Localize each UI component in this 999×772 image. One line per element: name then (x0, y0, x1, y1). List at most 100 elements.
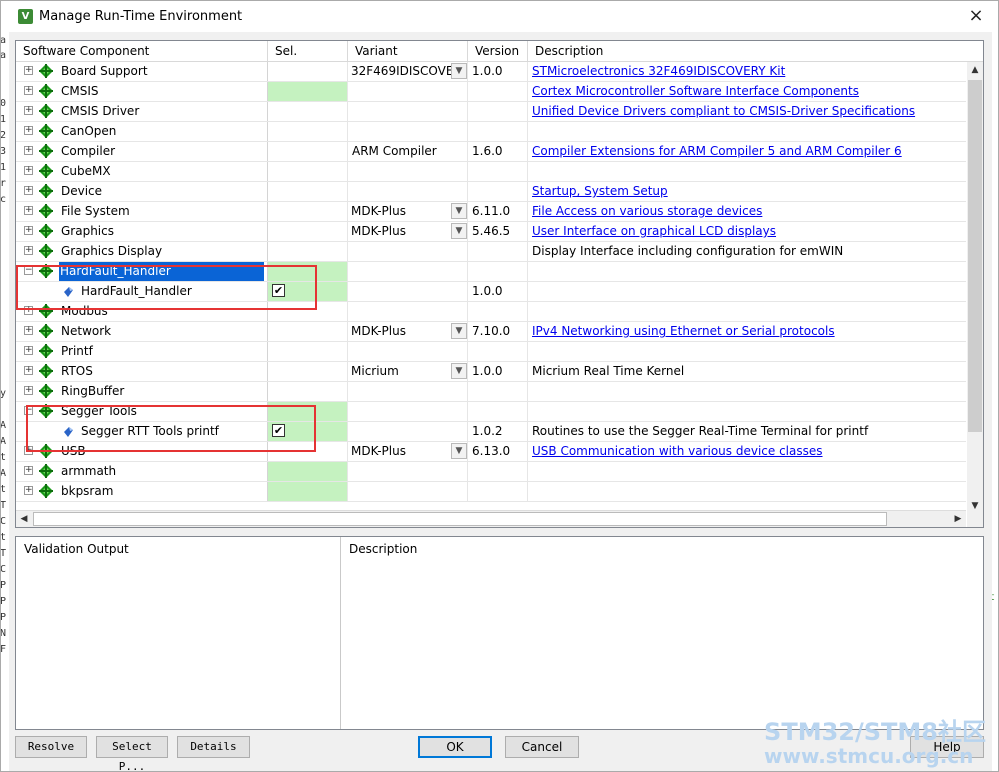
component-cell[interactable]: + Printf (16, 342, 268, 361)
collapse-icon[interactable]: − (24, 406, 33, 415)
variant-select[interactable]: MDK-Plus ▼ (348, 202, 467, 221)
collapse-icon[interactable]: − (24, 266, 33, 275)
scroll-right-icon[interactable]: ▶ (950, 511, 966, 527)
component-cell[interactable]: + Compiler (16, 142, 268, 161)
component-cell[interactable]: + Modbus (16, 302, 268, 321)
expand-icon[interactable]: + (24, 346, 33, 355)
variant-select[interactable]: MDK-Plus ▼ (348, 442, 467, 461)
col-header-sel[interactable]: Sel. (268, 41, 348, 62)
variant-select[interactable]: MDK-Plus ▼ (348, 322, 467, 341)
expand-icon[interactable]: + (24, 366, 33, 375)
select-checkbox[interactable]: ✔ (272, 284, 285, 297)
description-link[interactable]: Cortex Microcontroller Software Interfac… (532, 84, 859, 98)
expand-icon[interactable]: + (24, 106, 33, 115)
scroll-up-icon[interactable]: ▲ (967, 62, 983, 78)
component-cell[interactable]: − HardFault_Handler (16, 262, 268, 281)
expand-icon[interactable]: + (24, 306, 33, 315)
description-cell[interactable]: Startup, System Setup (528, 182, 966, 201)
select-packs-button[interactable]: Select P... (96, 736, 168, 771)
vertical-scroll-thumb[interactable] (968, 80, 982, 432)
chevron-down-icon[interactable]: ▼ (451, 63, 467, 79)
chevron-down-icon[interactable]: ▼ (451, 203, 467, 219)
sel-cell[interactable] (268, 62, 348, 81)
component-cell[interactable]: + USB (16, 442, 268, 461)
table-row[interactable]: + RTOS Micrium ▼ 1.0.0 Micrium Real Time Kern… (16, 362, 966, 382)
component-cell[interactable]: + Graphics Display (16, 242, 268, 261)
expand-icon[interactable]: + (24, 226, 33, 235)
component-cell[interactable]: + CMSIS (16, 82, 268, 101)
table-row[interactable]: + CMSIS Driver Unified Device Drivers comp… (16, 102, 966, 122)
expand-icon[interactable]: + (24, 66, 33, 75)
sel-cell[interactable] (268, 142, 348, 161)
sel-cell[interactable] (268, 262, 348, 281)
variant-select[interactable]: Micrium ▼ (348, 362, 467, 381)
validation-divider[interactable] (340, 537, 341, 729)
table-row[interactable]: + Graphics Display Display Interface inclu… (16, 242, 966, 262)
component-cell[interactable]: HardFault_Handler (16, 282, 268, 301)
table-row[interactable]: + CMSIS Cortex Microcontroller Software In… (16, 82, 966, 102)
table-row[interactable]: Segger RTT Tools printf ✔ 1.0.2 Routines to… (16, 422, 966, 442)
expand-icon[interactable]: + (24, 206, 33, 215)
description-cell[interactable]: File Access on various storage devices (528, 202, 966, 221)
table-row[interactable]: − HardFault_Handler (16, 262, 966, 282)
cancel-button[interactable]: Cancel (505, 736, 579, 758)
description-cell[interactable]: User Interface on graphical LCD displays (528, 222, 966, 241)
table-row[interactable]: + CanOpen (16, 122, 966, 142)
variant-select[interactable]: MDK-Plus ▼ (348, 222, 467, 241)
expand-icon[interactable]: + (24, 446, 33, 455)
description-link[interactable]: File Access on various storage devices (532, 204, 762, 218)
table-row[interactable]: + Compiler ARM Compiler 1.6.0 Compiler Exten… (16, 142, 966, 162)
ok-button[interactable]: OK (418, 736, 492, 758)
grid-vertical-scrollbar[interactable]: ▲ ▼ (967, 62, 983, 514)
sel-cell[interactable] (268, 122, 348, 141)
resolve-button[interactable]: Resolve (15, 736, 87, 758)
description-link[interactable]: USB Communication with various device cl… (532, 444, 823, 458)
col-header-version[interactable]: Version (468, 41, 528, 62)
sel-cell[interactable] (268, 362, 348, 381)
close-icon[interactable]: × (962, 5, 990, 27)
table-row[interactable]: + Device Startup, System Setup (16, 182, 966, 202)
component-cell[interactable]: + CanOpen (16, 122, 268, 141)
component-cell[interactable]: − Segger Tools (16, 402, 268, 421)
description-cell[interactable]: Cortex Microcontroller Software Interfac… (528, 82, 966, 101)
col-header-component[interactable]: Software Component (16, 41, 268, 62)
sel-cell[interactable] (268, 382, 348, 401)
sel-cell[interactable] (268, 162, 348, 181)
sel-cell[interactable] (268, 242, 348, 261)
component-cell[interactable]: + Graphics (16, 222, 268, 241)
expand-icon[interactable]: + (24, 486, 33, 495)
expand-icon[interactable]: + (24, 466, 33, 475)
sel-cell[interactable] (268, 102, 348, 121)
sel-cell[interactable] (268, 182, 348, 201)
grid-horizontal-scrollbar[interactable]: ◀ ▶ (16, 510, 966, 527)
col-header-description[interactable]: Description (528, 41, 983, 62)
details-button[interactable]: Details (177, 736, 250, 758)
component-cell[interactable]: + armmath (16, 462, 268, 481)
variant-cell[interactable]: MDK-Plus ▼ (348, 222, 468, 241)
expand-icon[interactable]: + (24, 246, 33, 255)
variant-cell[interactable]: MDK-Plus ▼ (348, 202, 468, 221)
col-header-variant[interactable]: Variant (348, 41, 468, 62)
component-cell[interactable]: + Network (16, 322, 268, 341)
sel-cell[interactable] (268, 462, 348, 481)
table-row[interactable]: + Graphics MDK-Plus ▼ 5.46.5 User Interface o… (16, 222, 966, 242)
table-row[interactable]: − Segger Tools (16, 402, 966, 422)
component-cell[interactable]: + Board Support (16, 62, 268, 81)
component-cell[interactable]: + File System (16, 202, 268, 221)
component-cell[interactable]: + RingBuffer (16, 382, 268, 401)
sel-cell[interactable] (268, 322, 348, 341)
description-link[interactable]: User Interface on graphical LCD displays (532, 224, 776, 238)
sel-cell[interactable] (268, 302, 348, 321)
chevron-down-icon[interactable]: ▼ (451, 363, 467, 379)
variant-select[interactable]: 32F469IDISCOVERY ▼ (348, 62, 467, 81)
expand-icon[interactable]: + (24, 146, 33, 155)
table-row[interactable]: + Modbus (16, 302, 966, 322)
table-row[interactable]: + armmath (16, 462, 966, 482)
component-cell[interactable]: + Device (16, 182, 268, 201)
description-link[interactable]: STMicroelectronics 32F469IDISCOVERY Kit (532, 64, 785, 78)
sel-cell[interactable]: ✔ (268, 282, 348, 301)
table-row[interactable]: + Printf (16, 342, 966, 362)
expand-icon[interactable]: + (24, 86, 33, 95)
component-cell[interactable]: + bkpsram (16, 482, 268, 501)
table-row[interactable]: + bkpsram (16, 482, 966, 502)
